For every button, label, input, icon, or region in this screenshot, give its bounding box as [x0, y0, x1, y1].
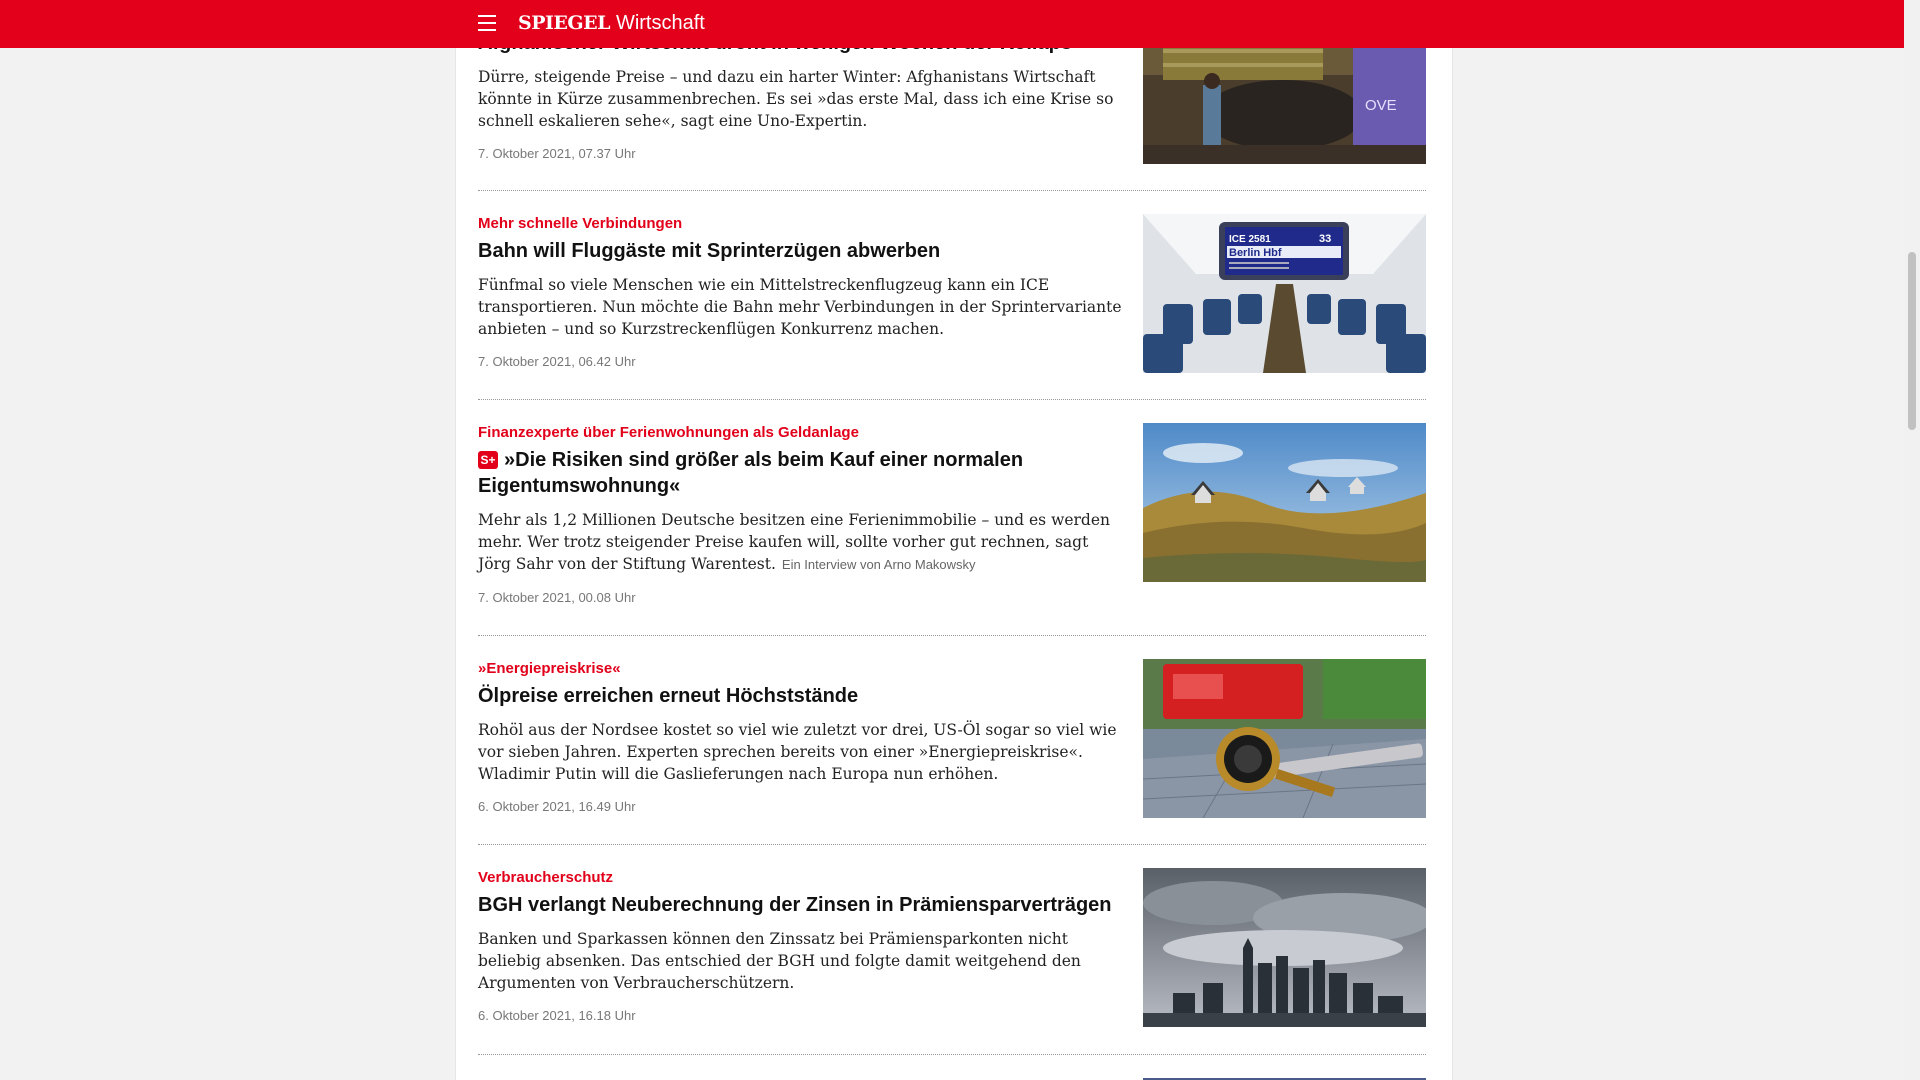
- article-text: Mehr schnelle Verbindungen Bahn will Flu…: [478, 214, 1122, 369]
- image-fuel-nozzle: [1143, 659, 1426, 818]
- brand[interactable]: SPIEGEL Wirtschaft: [518, 12, 705, 35]
- article-date: 6. Oktober 2021, 16.18 Uhr: [478, 1008, 636, 1023]
- scrollbar[interactable]: [1904, 0, 1920, 1080]
- train-number: ICE 2581: [1229, 234, 1271, 245]
- article-teaser[interactable]: Verbraucherschutz BGH verlangt Neuberech…: [478, 844, 1426, 1055]
- article-teaser-text[interactable]: Banken und Sparkassen können den Zinssat…: [478, 928, 1122, 994]
- scrollbar-thumb[interactable]: [1908, 252, 1916, 430]
- article-kicker[interactable]: Mehr schnelle Verbindungen: [478, 214, 1122, 234]
- hamburger-menu-icon[interactable]: [478, 15, 496, 31]
- article-image[interactable]: [1143, 423, 1426, 582]
- article-kicker[interactable]: Verbraucherschutz: [478, 868, 1122, 888]
- article-teaser[interactable]: Finanzexperte über Ferienwohnungen als G…: [478, 399, 1426, 636]
- article-teaser[interactable]: Mehr schnelle Verbindungen Bahn will Flu…: [478, 190, 1426, 400]
- article-date: 6. Oktober 2021, 16.49 Uhr: [478, 799, 636, 814]
- spiegel-plus-badge: S+: [478, 451, 498, 469]
- article-date: 7. Oktober 2021, 07.37 Uhr: [478, 146, 636, 161]
- article-byline: Ein Interview von Arno Makowsky: [781, 557, 976, 572]
- image-dune-houses: [1143, 423, 1426, 582]
- article-text: Finanzexperte über Ferienwohnungen als G…: [478, 423, 1122, 605]
- spiegel-logo[interactable]: SPIEGEL: [518, 12, 610, 34]
- article-teaser-text[interactable]: Fünfmal so viele Menschen wie ein Mittel…: [478, 274, 1122, 340]
- article-image[interactable]: ICE 2581 33 Berlin Hbf: [1143, 214, 1426, 373]
- article-headline[interactable]: S+ »Die Risiken sind größer als beim Kauf…: [478, 447, 1122, 499]
- article-headline[interactable]: Ölpreise erreichen erneut Höchststände: [478, 683, 1122, 709]
- car-number: 33: [1319, 233, 1331, 245]
- site-header: SPIEGEL Wirtschaft: [0, 0, 1904, 48]
- section-title[interactable]: Wirtschaft: [616, 12, 705, 35]
- headline-text[interactable]: »Die Risiken sind größer als beim Kauf e…: [478, 449, 1023, 497]
- article-headline[interactable]: Bahn will Fluggäste mit Sprinterzügen ab…: [478, 238, 1122, 264]
- article-kicker[interactable]: »Energiepreiskrise«: [478, 659, 1122, 679]
- article-kicker[interactable]: Finanzexperte über Ferienwohnungen als G…: [478, 423, 1122, 443]
- article-date: 7. Oktober 2021, 06.42 Uhr: [478, 354, 636, 369]
- shirt-text: OVE: [1365, 97, 1397, 114]
- article-headline[interactable]: BGH verlangt Neuberechnung der Zinsen in…: [478, 892, 1122, 918]
- image-frankfurt-skyline: [1143, 868, 1426, 1027]
- article-teaser[interactable]: »Energiepreiskrise« Ölpreise erreichen e…: [478, 635, 1426, 845]
- article-image[interactable]: [1143, 868, 1426, 1027]
- article-teaser-text[interactable]: Rohöl aus der Nordsee kostet so viel wie…: [478, 719, 1122, 785]
- article-teaser-text[interactable]: Mehr als 1,2 Millionen Deutsche besitzen…: [478, 509, 1122, 576]
- article-image[interactable]: [1143, 659, 1426, 818]
- article-date: 7. Oktober 2021, 00.08 Uhr: [478, 590, 636, 605]
- train-destination: Berlin Hbf: [1229, 247, 1282, 259]
- article-text: Verbraucherschutz BGH verlangt Neuberech…: [478, 868, 1122, 1023]
- article-teaser-text[interactable]: Dürre, steigende Preise – und dazu ein h…: [478, 66, 1122, 132]
- image-ice-train-interior: ICE 2581 33 Berlin Hbf: [1143, 214, 1426, 373]
- article-text: »Energiepreiskrise« Ölpreise erreichen e…: [478, 659, 1122, 814]
- article-text: Afghanischer Wirtschaft droht in wenigen…: [478, 30, 1122, 161]
